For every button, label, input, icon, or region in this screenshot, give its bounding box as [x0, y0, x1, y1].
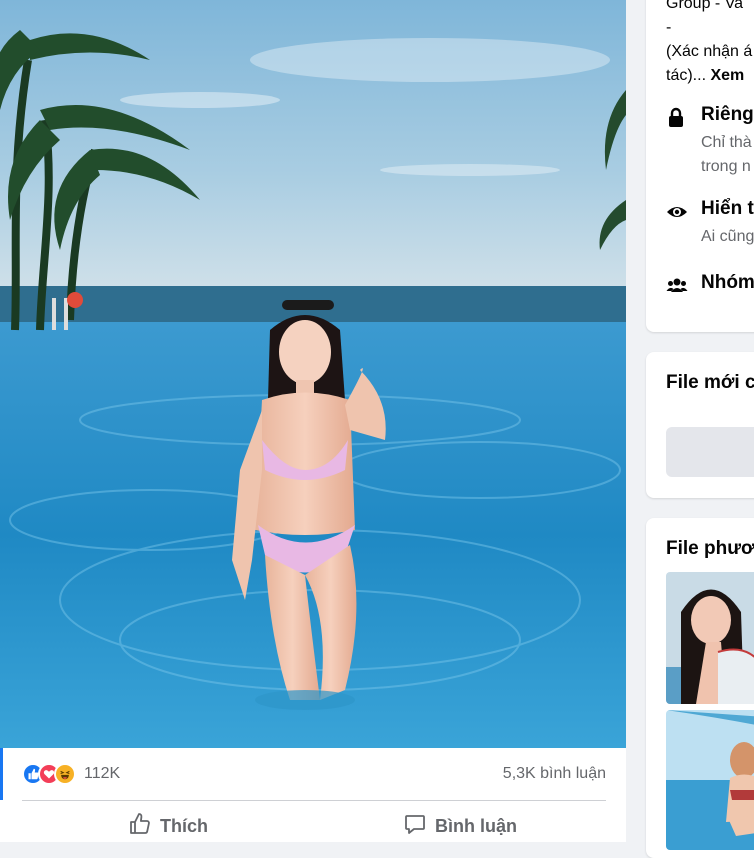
post-stats: 112K 5,3K bình luận [22, 756, 606, 792]
visibility-title: Hiển t [701, 198, 754, 219]
recent-files-button[interactable] [666, 427, 754, 477]
description-line: Group - Va [666, 0, 744, 12]
recent-files-card: File mới c [646, 352, 754, 498]
reaction-count: 112K [84, 765, 121, 782]
like-label: Thích [160, 815, 208, 836]
thumbs-up-icon [128, 812, 160, 841]
comment-bubble-icon [403, 812, 435, 841]
comment-label: Bình luận [435, 815, 517, 836]
media-thumbnail[interactable] [666, 710, 754, 850]
eye-icon [666, 201, 688, 223]
focus-accent-bar [0, 748, 3, 800]
post-photo[interactable] [0, 0, 626, 748]
haha-icon [54, 763, 76, 785]
media-thumbnail[interactable] [666, 572, 754, 704]
actions-divider [22, 800, 606, 801]
post-card: 112K 5,3K bình luận Thích Bình luận [0, 0, 626, 842]
description-text: tác)... [666, 67, 707, 84]
privacy-title: Riêng [701, 104, 754, 125]
see-more-link[interactable]: Xem [710, 67, 744, 84]
comment-button[interactable]: Bình luận [314, 806, 606, 842]
comment-count[interactable]: 5,3K bình luận [503, 765, 606, 783]
lock-icon [666, 107, 688, 129]
group-title: Nhóm [701, 272, 754, 293]
like-button[interactable]: Thích [22, 806, 314, 842]
description-line: tác)... Xem [666, 64, 752, 88]
post-actions: Thích Bình luận [22, 806, 606, 842]
right-sidebar: Group - Va - (Xác nhận á tác)... Xem Riê… [646, 0, 754, 858]
people-icon [666, 275, 688, 297]
description-line: - [666, 19, 672, 36]
privacy-subtitle-line: Chỉ thà [701, 134, 752, 151]
group-description: Group - Va - (Xác nhận á tác)... Xem [666, 0, 752, 88]
reactions-summary[interactable]: 112K [22, 763, 120, 785]
about-card: Group - Va - (Xác nhận á tác)... Xem Riê… [646, 0, 754, 332]
recent-files-title: File mới c [666, 372, 754, 393]
privacy-subtitle: Chỉ thà trong n [701, 131, 752, 179]
media-card: File phươ [646, 518, 754, 858]
media-title: File phươ [666, 538, 754, 559]
visibility-subtitle: Ai cũng [701, 228, 754, 245]
description-line: (Xác nhận á [666, 43, 753, 60]
privacy-subtitle-line: trong n [701, 158, 751, 175]
